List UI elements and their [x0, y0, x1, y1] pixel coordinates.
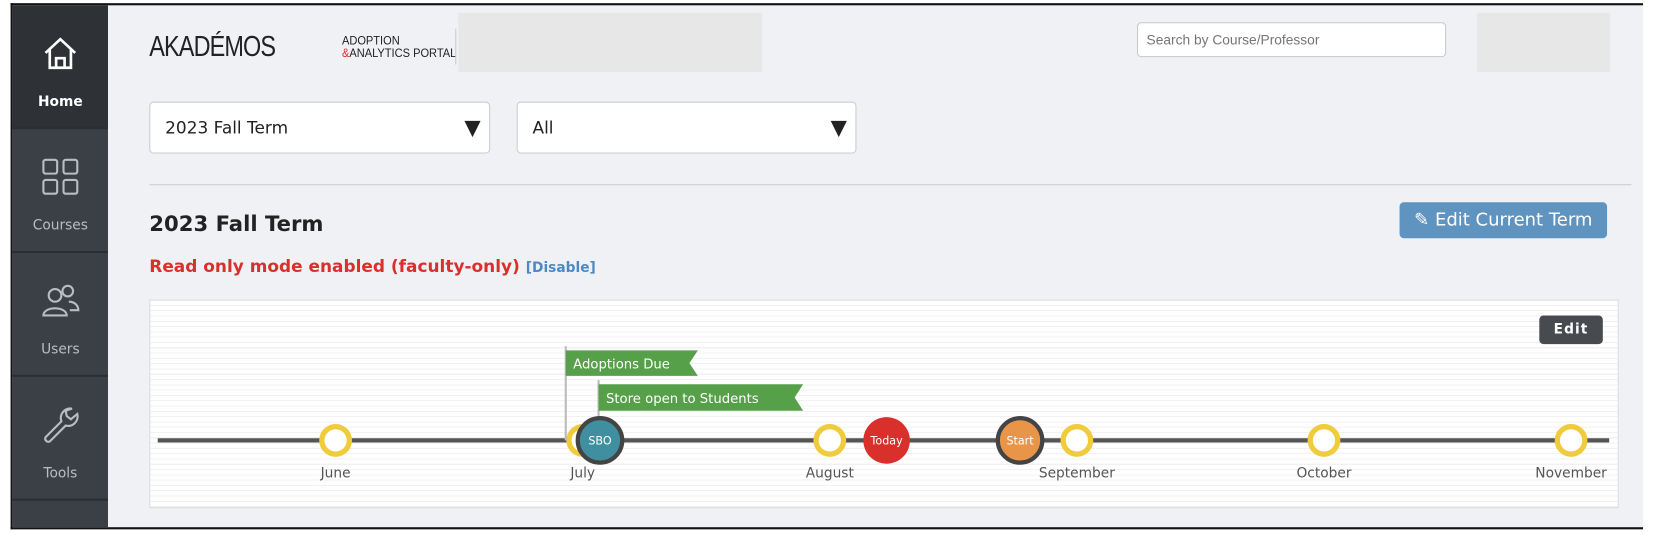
sidebar-item-tools[interactable]: Tools [12, 377, 108, 501]
logo-subtitle: ADOPTION &ANALYTICS PORTAL [341, 34, 457, 61]
app-frame: Home Courses Users Tools AKADÉMOS ADOPTI… [10, 3, 1644, 530]
placeholder-block [458, 12, 763, 72]
grid-icon [42, 158, 79, 195]
sidebar-item-users[interactable]: Users [12, 253, 108, 377]
home-icon [44, 37, 77, 70]
pencil-icon: ✎ [1414, 209, 1435, 231]
wrench-icon [44, 407, 79, 443]
user-placeholder-block [1476, 12, 1611, 72]
month-label: September [1039, 465, 1115, 481]
search-input[interactable] [1137, 22, 1447, 58]
edit-current-term-button[interactable]: ✎ Edit Current Term [1399, 202, 1608, 239]
month-label: October [1296, 465, 1351, 481]
dropdown-arrow-icon: ▼ [830, 114, 847, 140]
timeline: June July August September October November Ad… [157, 346, 1610, 481]
month-label: November [1535, 465, 1607, 481]
sidebar-item-home[interactable]: Home [12, 5, 108, 130]
readonly-text: Read only mode enabled (faculty-only) [149, 256, 520, 277]
page-title: 2023 Fall Term [149, 210, 324, 237]
logo-divider [455, 28, 457, 65]
scope-select[interactable]: All ▼ [516, 101, 857, 154]
month-label: June [320, 465, 351, 481]
month-label: August [806, 465, 855, 481]
sidebar-item-label: Courses [32, 218, 88, 234]
month-marker [813, 423, 847, 457]
month-marker [1060, 423, 1094, 457]
term-select[interactable]: 2023 Fall Term ▼ [149, 101, 491, 154]
divider [149, 184, 1632, 186]
sidebar-item-courses[interactable]: Courses [12, 129, 108, 254]
sidebar-item-label: Users [41, 341, 80, 358]
edit-current-term-label: Edit Current Term [1434, 209, 1593, 231]
flag-label: Adoptions Due [573, 357, 670, 372]
logo: AKADÉMOS ADOPTION &ANALYTICS PORTAL [149, 30, 456, 64]
dropdown-arrow-icon: ▼ [464, 114, 481, 140]
event-label: Start [1006, 435, 1034, 448]
users-icon [42, 284, 80, 317]
sidebar-item-label: Home [38, 94, 83, 111]
scope-select-value: All [532, 117, 554, 138]
month-marker [1307, 423, 1341, 457]
sidebar: Home Courses Users Tools [12, 5, 108, 528]
event-label: Today [870, 435, 904, 448]
term-select-value: 2023 Fall Term [165, 117, 289, 138]
event-label: SBO [588, 435, 611, 448]
flag-label: Store open to Students [606, 392, 759, 407]
month-marker [319, 423, 353, 457]
logo-main: AKADÉMOS [149, 30, 276, 63]
readonly-notice: Read only mode enabled (faculty-only) [D… [149, 256, 596, 276]
month-marker [1554, 423, 1588, 457]
month-label: July [569, 465, 595, 481]
timeline-card: Edit June July August September October Novem… [149, 299, 1619, 509]
sidebar-item-label: Tools [43, 465, 78, 482]
disable-link[interactable]: [Disable] [526, 260, 596, 276]
